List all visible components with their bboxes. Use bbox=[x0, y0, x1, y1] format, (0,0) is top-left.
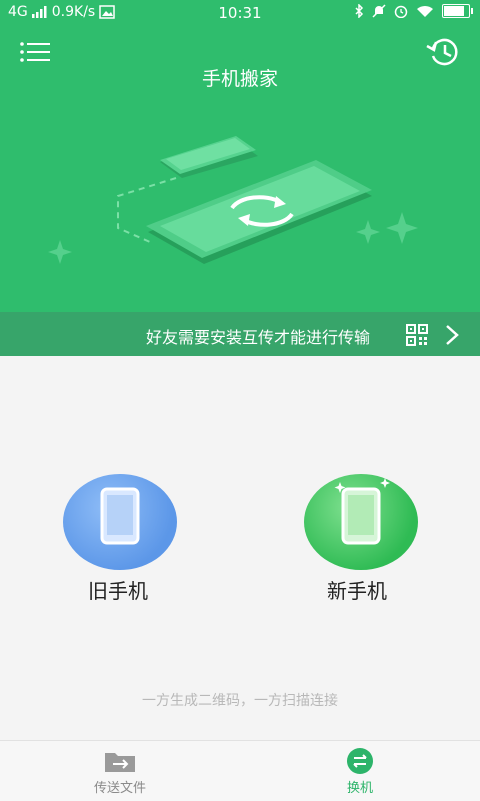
battery-icon bbox=[442, 4, 473, 18]
menu-icon bbox=[20, 42, 50, 62]
tab-send-files[interactable]: 传送文件 bbox=[0, 741, 240, 801]
old-phone-icon bbox=[100, 487, 140, 545]
folder-transfer-icon bbox=[105, 753, 135, 772]
alarm-icon bbox=[394, 5, 408, 18]
battery-level bbox=[444, 6, 464, 16]
new-phone-icon bbox=[334, 478, 390, 545]
page-title: 手机搬家 bbox=[201, 68, 278, 90]
wifi-icon bbox=[417, 5, 433, 17]
history-icon bbox=[426, 38, 458, 66]
new-phone-button[interactable] bbox=[304, 474, 418, 570]
swap-icon bbox=[347, 748, 373, 774]
transfer-illustration bbox=[48, 136, 418, 264]
old-phone-label: 旧手机 bbox=[88, 579, 148, 603]
menu-button[interactable] bbox=[20, 40, 50, 64]
tab-send-files-label: 传送文件 bbox=[93, 781, 146, 796]
history-button[interactable] bbox=[424, 36, 462, 68]
old-phone-button[interactable] bbox=[63, 474, 177, 570]
status-bar: 4G 0.9K/s 10:31 bbox=[0, 0, 480, 26]
new-phone-label: 新手机 bbox=[327, 579, 387, 603]
connection-hint: 一方生成二维码，一方扫描连接 bbox=[142, 693, 338, 709]
bottom-tab-bar: 传送文件 换机 bbox=[0, 740, 480, 801]
header-panel: 手机搬家 bbox=[0, 0, 480, 312]
qr-code-icon[interactable] bbox=[406, 324, 428, 346]
tab-switch-phone[interactable]: 换机 bbox=[240, 741, 480, 801]
mute-icon bbox=[372, 4, 386, 18]
chevron-right-icon[interactable] bbox=[444, 323, 460, 347]
tab-switch-phone-label: 换机 bbox=[346, 781, 373, 796]
banner-text: 好友需要安装互传才能进行传输 bbox=[145, 328, 370, 347]
bluetooth-icon bbox=[355, 4, 364, 18]
